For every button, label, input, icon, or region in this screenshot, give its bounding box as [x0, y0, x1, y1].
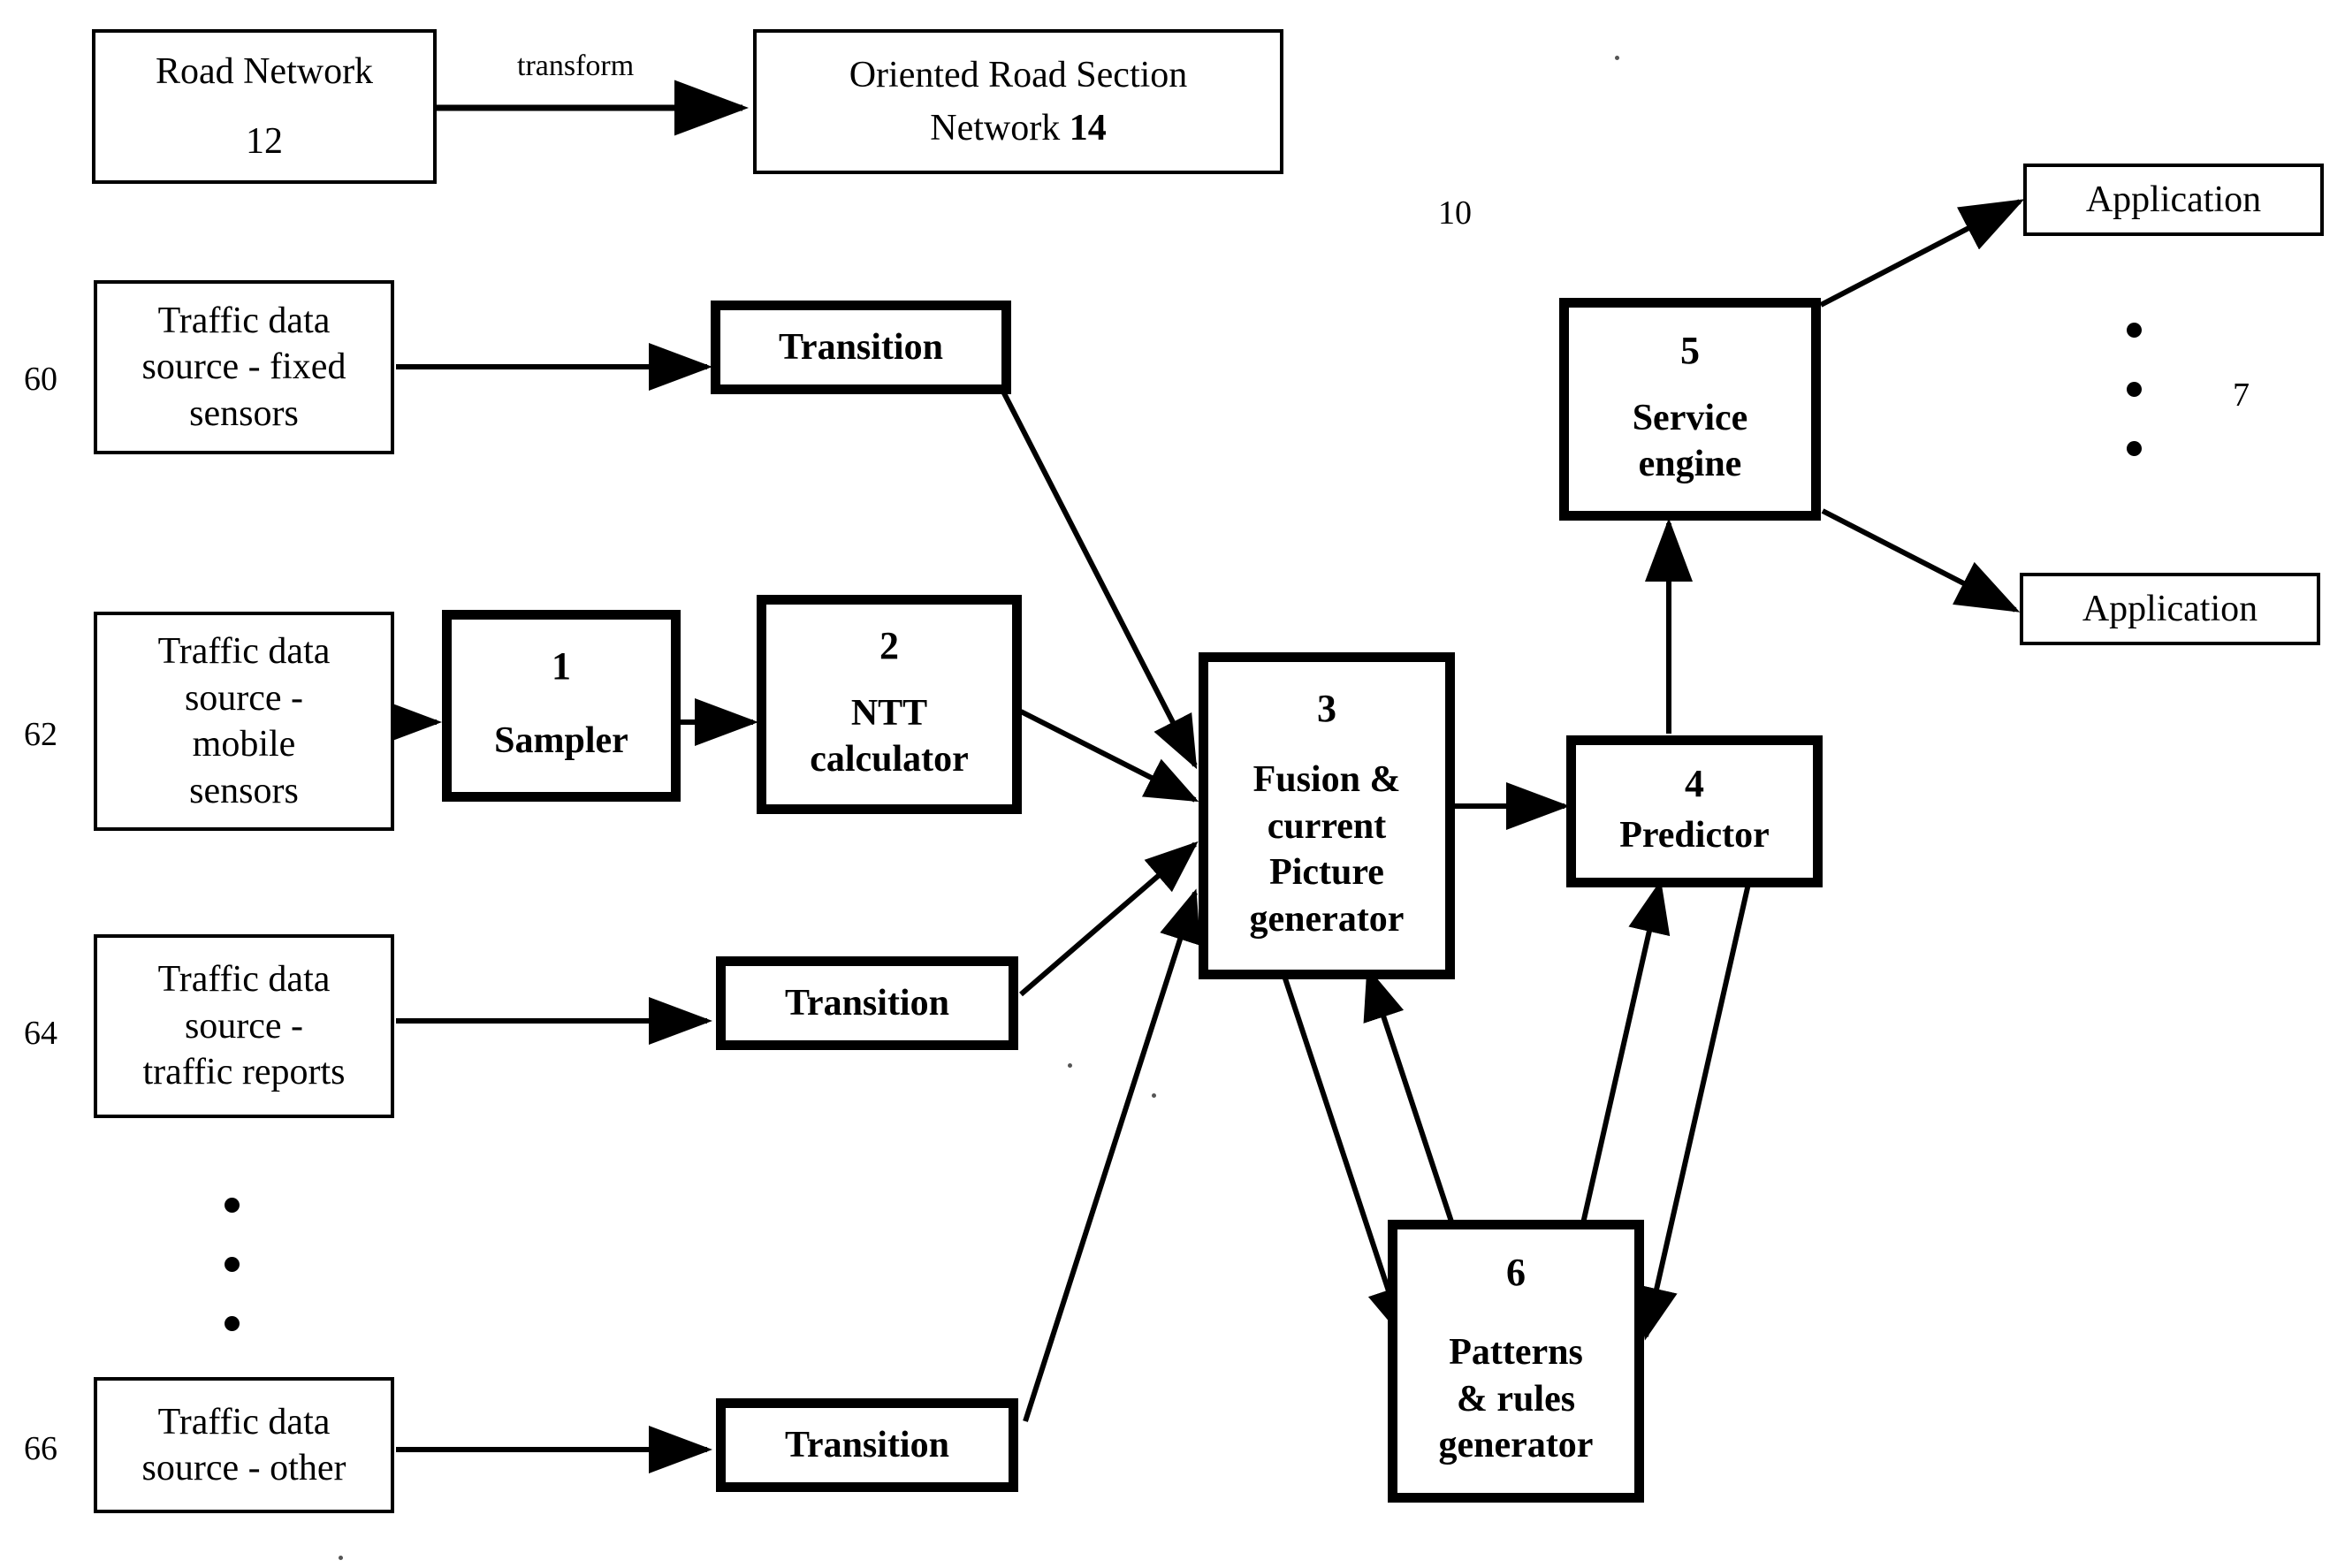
- box-other-line2: source - other: [141, 1448, 346, 1488]
- box-road-network-title: Road Network: [155, 51, 374, 92]
- box-transition-fixed-sensors[interactable]: Transition: [711, 301, 1011, 394]
- box-sampler-number: 1: [552, 644, 571, 689]
- box-service-engine[interactable]: 5 Service engine: [1559, 298, 1821, 521]
- box-other-line1: Traffic data: [157, 1401, 331, 1442]
- box-patterns-number: 6: [1506, 1251, 1526, 1295]
- ellipsis-dot: [225, 1316, 240, 1331]
- ref-7: 7: [2233, 377, 2250, 414]
- patent-figure-canvas: Road Network 12 transform Oriented Road …: [0, 0, 2345, 1568]
- box-fusion-number: 3: [1317, 687, 1336, 730]
- box-predictor[interactable]: 4 Predictor: [1566, 735, 1823, 887]
- box-patterns-line1: Patterns: [1449, 1332, 1583, 1374]
- box-application-top-title: Application: [2085, 179, 2262, 220]
- box-transition-traffic-reports[interactable]: Transition: [716, 956, 1018, 1050]
- vertical-ellipsis-right: [2127, 323, 2142, 456]
- box-fusion-line3: Picture: [1269, 852, 1384, 893]
- box-service-engine-number: 5: [1680, 328, 1700, 372]
- box-ntt-line2: calculator: [810, 739, 969, 780]
- edge-transition-middle-to-fusion: [1019, 841, 1199, 997]
- ref-66: 66: [24, 1430, 57, 1467]
- box-patterns-line2: & rules: [1456, 1378, 1576, 1420]
- box-application-bottom[interactable]: Application: [2020, 573, 2320, 645]
- box-reports-line2: source -: [184, 1005, 304, 1047]
- edge-predictor-to-patterns: [1635, 883, 1751, 1341]
- box-fusion-line2: current: [1267, 805, 1387, 847]
- box-ntt-number: 2: [879, 623, 899, 667]
- edge-service-engine-to-application-bottom: [1821, 508, 2021, 613]
- box-predictor-number: 4: [1685, 761, 1704, 805]
- box-application-top[interactable]: Application: [2023, 164, 2324, 236]
- box-transition-source-other[interactable]: Transition: [716, 1398, 1018, 1492]
- ellipsis-dot: [2127, 441, 2142, 456]
- box-sampler[interactable]: 1 Sampler: [442, 610, 681, 802]
- box-fusion-line4: generator: [1249, 898, 1405, 940]
- box-fusion-line1: Fusion &: [1252, 759, 1401, 800]
- scan-speck: [1615, 56, 1619, 60]
- scan-speck: [1068, 1063, 1072, 1068]
- box-mobile-line3: mobile: [192, 724, 296, 765]
- box-ntt-line1: NTT: [850, 692, 928, 734]
- box-reports-line1: Traffic data: [157, 959, 331, 1001]
- scan-speck: [339, 1556, 343, 1560]
- edge-ntt-to-fusion: [1019, 709, 1199, 803]
- box-road-network[interactable]: Road Network 12: [92, 29, 437, 184]
- ref-10: 10: [1438, 194, 1472, 232]
- box-predictor-title: Predictor: [1619, 814, 1770, 856]
- ellipsis-dot: [2127, 323, 2142, 338]
- box-application-bottom-title: Application: [2082, 588, 2258, 629]
- box-traffic-source-mobile-sensors[interactable]: Traffic data source - mobile sensors: [94, 612, 394, 831]
- box-traffic-source-other[interactable]: Traffic data source - other: [94, 1377, 394, 1513]
- ref-62: 62: [24, 716, 57, 753]
- box-traffic-source-traffic-reports[interactable]: Traffic data source - traffic reports: [94, 934, 394, 1118]
- box-fixed-line3: sensors: [189, 392, 299, 434]
- box-mobile-line1: Traffic data: [157, 631, 331, 672]
- box-oriented-line2-text: Network: [930, 108, 1070, 148]
- box-mobile-line2: source -: [184, 677, 304, 719]
- ellipsis-dot: [2127, 382, 2142, 397]
- box-sampler-title: Sampler: [494, 720, 628, 762]
- box-transition-top-title: Transition: [779, 326, 943, 368]
- box-transition-bottom-title: Transition: [785, 1424, 949, 1465]
- box-reports-line3: traffic reports: [142, 1052, 346, 1093]
- box-service-engine-line2: engine: [1638, 444, 1742, 484]
- edge-transition-top-to-fusion: [1001, 390, 1198, 770]
- vertical-ellipsis-left: [225, 1198, 240, 1331]
- ellipsis-dot: [225, 1198, 240, 1213]
- box-transition-middle-title: Transition: [785, 982, 949, 1024]
- box-oriented-road-section-network[interactable]: Oriented Road Section Network 14: [753, 29, 1283, 174]
- ref-64: 64: [24, 1015, 57, 1052]
- ellipsis-dot: [225, 1257, 240, 1272]
- box-service-engine-line1: Service: [1632, 397, 1748, 438]
- box-traffic-source-fixed-sensors[interactable]: Traffic data source - fixed sensors: [94, 280, 394, 454]
- ref-60: 60: [24, 361, 57, 398]
- scan-speck: [1152, 1093, 1156, 1098]
- box-road-network-number: 12: [246, 120, 283, 162]
- box-fixed-line2: source - fixed: [141, 346, 346, 388]
- box-oriented-line2: Network 14: [930, 105, 1106, 152]
- box-patterns-line3: generator: [1438, 1425, 1594, 1466]
- edge-label-transform: transform: [517, 49, 635, 82]
- edge-service-engine-to-application-top: [1819, 199, 2025, 308]
- box-mobile-line4: sensors: [189, 770, 299, 811]
- box-ntt-calculator[interactable]: 2 NTT calculator: [757, 595, 1022, 814]
- edge-fusion-to-patterns: [1279, 967, 1409, 1341]
- box-patterns-rules-generator[interactable]: 6 Patterns & rules generator: [1388, 1220, 1644, 1503]
- box-oriented-number: 14: [1069, 108, 1107, 148]
- box-fixed-line1: Traffic data: [157, 300, 331, 341]
- box-fusion-current-picture-generator[interactable]: 3 Fusion & current Picture generator: [1199, 652, 1455, 979]
- box-oriented-line1: Oriented Road Section: [849, 54, 1188, 95]
- edge-transition-bottom-to-fusion: [1023, 888, 1200, 1422]
